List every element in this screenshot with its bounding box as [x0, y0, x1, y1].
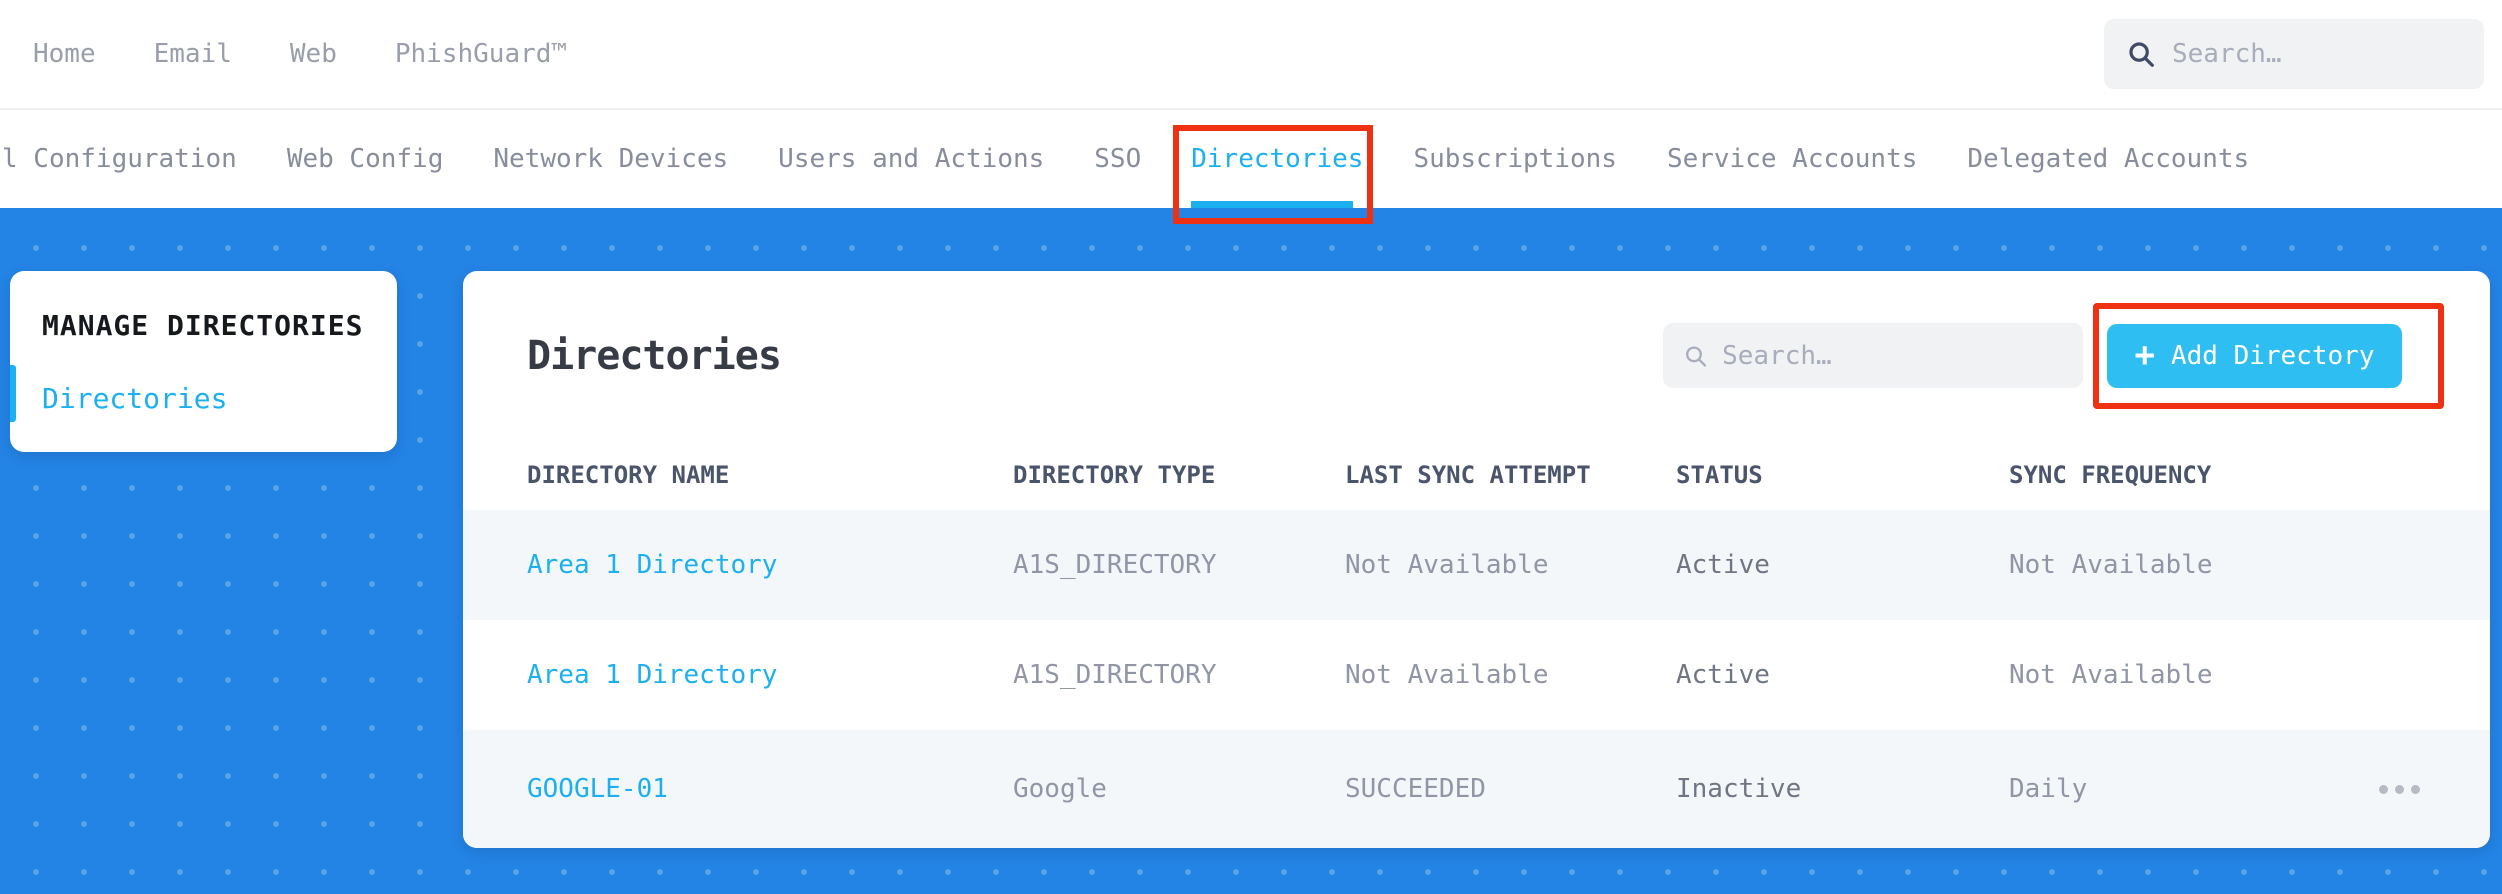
tab-subscriptions[interactable]: Subscriptions — [1413, 110, 1617, 208]
col-header-last-sync-attempt: LAST SYNC ATTEMPT — [1345, 461, 1591, 489]
search-icon — [2129, 42, 2154, 67]
nav-item-home[interactable]: Home — [33, 39, 96, 69]
plus-icon: + — [2134, 334, 2155, 375]
col-header-status: STATUS — [1676, 461, 1763, 489]
tab-email-configuration[interactable]: l Configuration — [2, 110, 237, 208]
directory-name-link[interactable]: Area 1 Directory — [527, 550, 777, 580]
page-background: MANAGE DIRECTORIES Directories Directori… — [0, 208, 2502, 894]
row-actions-cell — [2359, 779, 2426, 800]
directory-type-cell: Google — [1013, 774, 1107, 804]
directory-type-cell: A1S_DIRECTORY — [1013, 550, 1217, 580]
side-card-heading: MANAGE DIRECTORIES — [42, 309, 364, 342]
nav-item-email[interactable]: Email — [154, 39, 232, 69]
last-sync-cell: Not Available — [1345, 660, 1549, 690]
add-directory-button[interactable]: + Add Directory — [2107, 323, 2402, 388]
tab-users-and-actions[interactable]: Users and Actions — [778, 110, 1044, 208]
tab-sso[interactable]: SSO — [1094, 110, 1141, 208]
table-row: Area 1 Directory A1S_DIRECTORY Not Avail… — [463, 620, 2490, 730]
sync-frequency-cell: Not Available — [2009, 550, 2213, 580]
sync-frequency-cell: Not Available — [2009, 660, 2213, 690]
table-header-row: DIRECTORY NAME DIRECTORY TYPE LAST SYNC … — [463, 440, 2490, 510]
row-menu-ellipsis-icon[interactable] — [2373, 779, 2426, 800]
tab-web-config[interactable]: Web Config — [287, 110, 444, 208]
active-item-indicator — [10, 365, 16, 422]
tab-directories[interactable]: Directories — [1173, 110, 1374, 224]
panel-header: Directories + Add Directory — [463, 271, 2490, 440]
tab-directories-label: Directories — [1191, 144, 1364, 174]
active-tab-underline — [1191, 201, 1354, 208]
table-search-box[interactable] — [1663, 323, 2083, 388]
col-header-sync-frequency: SYNC FREQUENCY — [2009, 461, 2212, 489]
directory-name-link[interactable]: Area 1 Directory — [527, 660, 777, 690]
search-icon — [1686, 345, 1707, 367]
last-sync-cell: Not Available — [1345, 550, 1549, 580]
col-header-directory-name: DIRECTORY NAME — [527, 461, 730, 489]
tab-service-accounts[interactable]: Service Accounts — [1667, 110, 1917, 208]
status-cell: Active — [1676, 660, 1770, 690]
col-header-directory-type: DIRECTORY TYPE — [1013, 461, 1216, 489]
table-search-input[interactable] — [1722, 340, 2063, 371]
directory-type-cell: A1S_DIRECTORY — [1013, 660, 1217, 690]
table-row: Area 1 Directory A1S_DIRECTORY Not Avail… — [463, 510, 2490, 620]
status-cell: Inactive — [1676, 774, 1802, 804]
nav-item-web[interactable]: Web — [290, 39, 337, 69]
page-title: Directories — [527, 332, 782, 379]
global-search-input[interactable] — [2172, 39, 2462, 69]
sync-frequency-cell: Daily — [2009, 774, 2088, 804]
nav-item-phishguard[interactable]: PhishGuard™ — [395, 39, 567, 69]
directories-table: DIRECTORY NAME DIRECTORY TYPE LAST SYNC … — [463, 440, 2490, 848]
top-bar: Home Email Web PhishGuard™ — [0, 0, 2502, 110]
sidebar-item-directories[interactable]: Directories — [42, 382, 365, 415]
manage-directories-card: MANAGE DIRECTORIES Directories — [10, 271, 397, 452]
settings-tab-bar: l Configuration Web Config Network Devic… — [0, 110, 2502, 224]
directory-name-link[interactable]: GOOGLE-01 — [527, 774, 668, 804]
tab-delegated-accounts[interactable]: Delegated Accounts — [1967, 110, 2249, 208]
status-cell: Active — [1676, 550, 1770, 580]
last-sync-cell: SUCCEEDED — [1345, 774, 1486, 804]
directories-panel: Directories + Add Directory DIRECTORY NA… — [463, 271, 2490, 848]
primary-nav: Home Email Web PhishGuard™ — [33, 39, 567, 69]
tab-network-devices[interactable]: Network Devices — [493, 110, 728, 208]
annotation-box-add-directory: + Add Directory — [2093, 302, 2444, 409]
global-search-box[interactable] — [2104, 19, 2484, 89]
table-row: GOOGLE-01 Google SUCCEEDED Inactive Dail… — [463, 730, 2490, 848]
add-directory-label: Add Directory — [2170, 340, 2375, 371]
